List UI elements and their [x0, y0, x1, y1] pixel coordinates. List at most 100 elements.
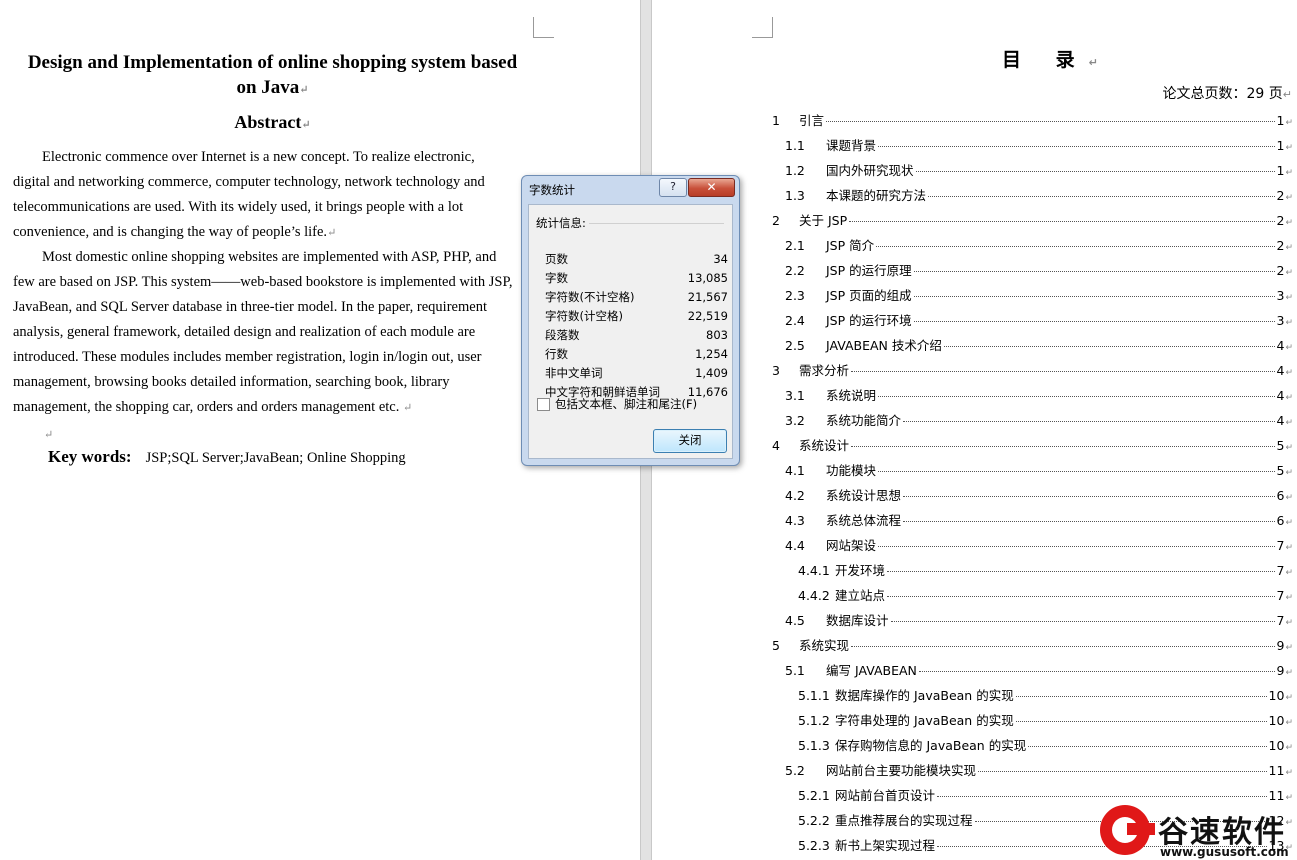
toc-entry-label: 编写 JAVABEAN: [826, 663, 917, 678]
toc-entry-page: 2: [1276, 238, 1285, 253]
text-line: analysis, general framework, detailed de…: [13, 324, 476, 340]
toc-entry-label: 网站架设: [826, 538, 877, 553]
toc-entry[interactable]: 5.1.3 保存购物信息的 JavaBean 的实现 10 ↵: [798, 735, 1293, 753]
toc-leader-dots: [878, 396, 1275, 397]
toc-entry[interactable]: 5.1.1 数据库操作的 JavaBean 的实现 10 ↵: [798, 685, 1293, 703]
toc-entry-page: 6: [1276, 488, 1285, 503]
toc-entry[interactable]: 4 系统设计 5 ↵: [772, 435, 1293, 453]
toc-entry[interactable]: 2.2 JSP 的运行原理 2 ↵: [785, 260, 1293, 278]
toc-entry[interactable]: 1 引言 1 ↵: [772, 110, 1293, 128]
toc-entry[interactable]: 1.3 本课题的研究方法 2 ↵: [785, 185, 1293, 203]
toc-entry-page: 9: [1276, 663, 1285, 678]
toc-entry-number: 2.4: [785, 313, 805, 328]
toc-entry-label: 系统说明: [826, 388, 877, 403]
dialog-titlebar[interactable]: 字数统计 ? ✕: [522, 176, 739, 202]
toc-entry[interactable]: 4.4 网站架设 7 ↵: [785, 535, 1293, 553]
text-line: management, browsing books detailed info…: [13, 374, 450, 390]
toc-entry[interactable]: 4.4.1 开发环境 7 ↵: [798, 560, 1293, 578]
toc-entry[interactable]: 2.3 JSP 页面的组成 3 ↵: [785, 285, 1293, 303]
toc-entry[interactable]: 2.1 JSP 简介 2 ↵: [785, 235, 1293, 253]
statistic-row: 行数 1,254: [545, 345, 728, 364]
toc-entry-label: JSP 的运行原理: [826, 263, 912, 278]
toc-entry-page: 11: [1268, 788, 1285, 803]
text-line: telecommunications are used. With its wi…: [13, 199, 464, 215]
toc-leader-dots: [913, 271, 1275, 272]
toc-entry[interactable]: 2.5 JAVABEAN 技术介绍 4 ↵: [785, 335, 1293, 353]
toc-entry[interactable]: 3 需求分析 4 ↵: [772, 360, 1293, 378]
toc-entry-number: 5.2.1: [798, 788, 830, 803]
toc-entry[interactable]: 5 系统实现 9 ↵: [772, 635, 1293, 653]
toc-leader-dots: [903, 521, 1275, 522]
toc-entry[interactable]: 4.4.2 建立站点 7 ↵: [798, 585, 1293, 603]
paragraph-mark: ↵: [1285, 368, 1293, 378]
toc-entry-page: 2: [1276, 188, 1285, 203]
statistics-section-label: 统计信息:: [536, 216, 586, 230]
text-line: convenience, and is changing the way of …: [13, 224, 337, 240]
toc-entry-label: 数据库操作的 JavaBean 的实现: [835, 688, 1014, 703]
text-line: introduced. These modules includes membe…: [13, 349, 482, 365]
toc-entry[interactable]: 3.1 系统说明 4 ↵: [785, 385, 1293, 403]
paragraph-mark: ↵: [1285, 318, 1293, 328]
toc-entry-label: 建立站点: [835, 588, 886, 603]
dialog-title: 字数统计: [529, 183, 575, 197]
statistic-label: 行数: [545, 347, 568, 361]
toc-entry-page: 1: [1276, 138, 1285, 153]
logo-icon-bar: [1127, 823, 1155, 835]
toc-entry[interactable]: 1.1 课题背景 1 ↵: [785, 135, 1293, 153]
toc-entry-page: 7: [1276, 538, 1285, 553]
toc-entry-number: 2: [772, 213, 780, 228]
checkbox-box[interactable]: [537, 397, 550, 411]
toc-entry[interactable]: 5.1 编写 JAVABEAN 9 ↵: [785, 660, 1293, 678]
document-page-right[interactable]: 目 录↵ 论文总页数：29 页↵ 1 引言 1 ↵ 1.1 课题背景 1 ↵ 1.2 国内外研究现…: [652, 0, 1297, 860]
help-icon[interactable]: ?: [659, 178, 687, 197]
checkbox-label: 包括文本框、脚注和尾注(F): [555, 397, 698, 411]
toc-entry-number: 4.5: [785, 613, 805, 628]
toc-entry-label: 引言: [799, 113, 825, 128]
toc-entry-number: 1.3: [785, 188, 805, 203]
toc-entry-number: 5.1.2: [798, 713, 830, 728]
paragraph-mark: ↵: [1285, 168, 1293, 178]
toc-entry[interactable]: 4.5 数据库设计 7 ↵: [785, 610, 1293, 628]
toc-entry-label: 课题背景: [826, 138, 877, 153]
statistic-row: 非中文单词 1,409: [545, 364, 728, 383]
crop-mark: [533, 17, 554, 38]
toc-entry-label: JSP 简介: [826, 238, 875, 253]
toc-entry[interactable]: 5.1.2 字符串处理的 JavaBean 的实现 10 ↵: [798, 710, 1293, 728]
toc-entry-page: 2: [1276, 213, 1285, 228]
toc-leader-dots: [978, 771, 1267, 772]
toc-leader-dots: [851, 446, 1275, 447]
statistic-label: 段落数: [545, 328, 580, 342]
toc-entry-page: 9: [1276, 638, 1285, 653]
dialog-body: 统计信息: 页数 34 字数 13,085 字符数(不计空格) 21,567 字符数(计空格…: [528, 204, 733, 459]
toc-entry-label: 系统总体流程: [826, 513, 902, 528]
toc-entry[interactable]: 4.2 系统设计思想 6 ↵: [785, 485, 1293, 503]
text-line: JavaBean, and SQL Server database in thr…: [13, 299, 487, 315]
toc-entry[interactable]: 5.2 网站前台主要功能模块实现 11 ↵: [785, 760, 1293, 778]
paragraph-mark: ↵: [1285, 343, 1293, 353]
toc-entry[interactable]: 4.3 系统总体流程 6 ↵: [785, 510, 1293, 528]
toc-leader-dots: [851, 371, 1275, 372]
text-line: digital and networking commerce, compute…: [13, 174, 485, 190]
close-icon[interactable]: ✕: [688, 178, 735, 197]
toc-entry[interactable]: 2 关于 JSP 2 ↵: [772, 210, 1293, 228]
include-textboxes-checkbox[interactable]: 包括文本框、脚注和尾注(F): [537, 396, 697, 412]
toc-entry-number: 5.2.2: [798, 813, 830, 828]
toc-entry[interactable]: 3.2 系统功能简介 4 ↵: [785, 410, 1293, 428]
toc-entry-page: 5: [1276, 438, 1285, 453]
toc-entry-label: 国内外研究现状: [826, 163, 914, 178]
toc-leader-dots: [1015, 721, 1267, 722]
toc-leader-dots: [903, 421, 1275, 422]
toc-entry-number: 5.1.1: [798, 688, 830, 703]
toc-leader-dots: [915, 171, 1275, 172]
keywords-text: JSP;SQL Server;JavaBean; Online Shopping: [145, 450, 406, 466]
toc-entry[interactable]: 5.2.1 网站前台首页设计 11 ↵: [798, 785, 1293, 803]
toc-entry-number: 1.2: [785, 163, 805, 178]
toc-entry-number: 5.2: [785, 763, 805, 778]
toc-entry-label: 新书上架实现过程: [835, 838, 936, 853]
toc-entry[interactable]: 2.4 JSP 的运行环境 3 ↵: [785, 310, 1293, 328]
statistic-value: 34: [713, 252, 728, 266]
toc-entry[interactable]: 4.1 功能模块 5 ↵: [785, 460, 1293, 478]
close-button[interactable]: 关闭: [653, 429, 727, 453]
toc-entry-label: 网站前台首页设计: [835, 788, 936, 803]
toc-entry[interactable]: 1.2 国内外研究现状 1 ↵: [785, 160, 1293, 178]
